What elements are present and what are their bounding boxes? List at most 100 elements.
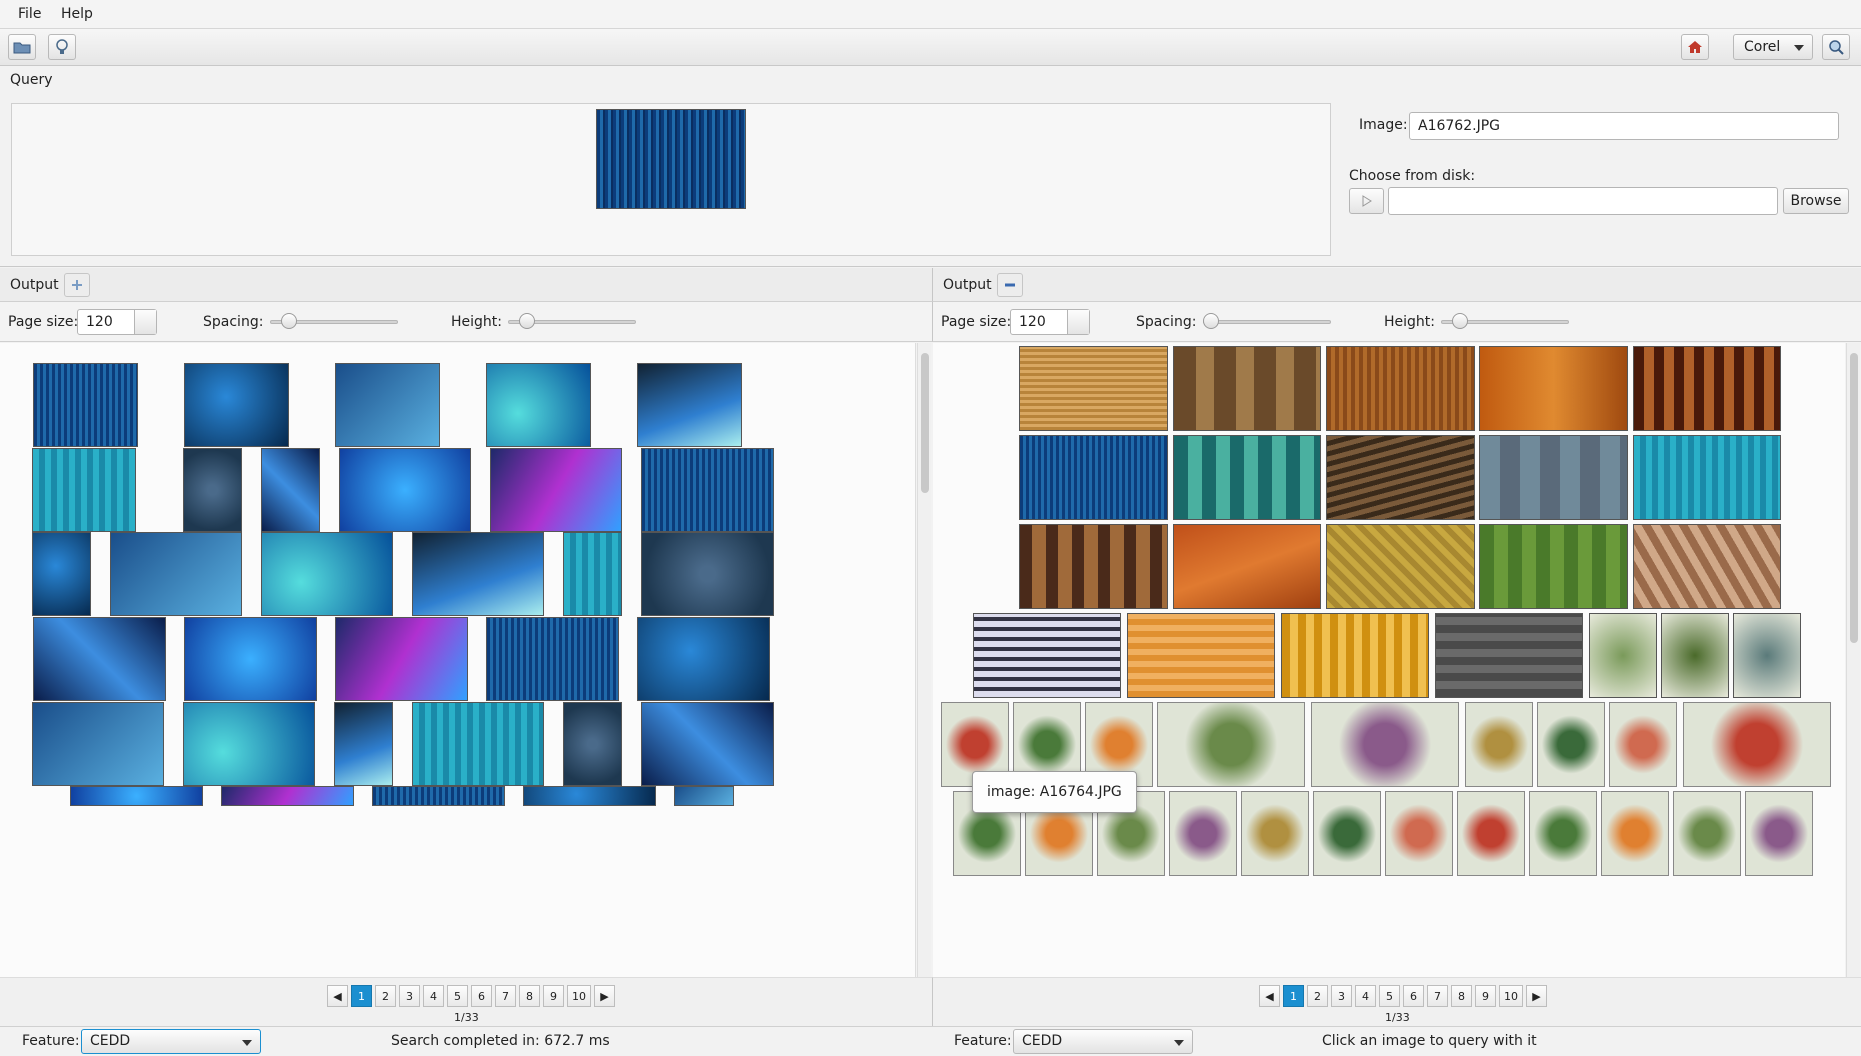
result-thumbnail[interactable] xyxy=(1311,702,1459,787)
browse-button[interactable]: Browse xyxy=(1783,188,1849,214)
result-thumbnail[interactable] xyxy=(486,616,620,701)
result-thumbnail[interactable] xyxy=(1172,346,1322,431)
result-thumbnail[interactable] xyxy=(1169,791,1237,876)
result-thumbnail[interactable] xyxy=(1661,613,1729,698)
result-thumbnail[interactable] xyxy=(333,701,394,786)
result-thumbnail[interactable] xyxy=(1019,435,1168,520)
right-spacing-slider[interactable] xyxy=(1203,320,1331,324)
result-thumbnail[interactable] xyxy=(640,447,774,532)
result-thumbnail[interactable] xyxy=(1632,524,1782,609)
result-thumbnail[interactable] xyxy=(182,447,243,532)
result-thumbnail[interactable] xyxy=(1157,702,1305,787)
open-folder-button[interactable] xyxy=(8,34,36,60)
result-thumbnail[interactable] xyxy=(1673,791,1741,876)
page-button[interactable]: 1 xyxy=(351,985,372,1007)
result-thumbnail[interactable] xyxy=(1465,702,1533,787)
result-thumbnail[interactable] xyxy=(1019,346,1168,431)
page-button[interactable]: 1 xyxy=(1283,985,1304,1007)
page-button[interactable]: 10 xyxy=(567,985,591,1007)
result-thumbnail[interactable] xyxy=(1609,702,1677,787)
result-thumbnail[interactable] xyxy=(1601,791,1669,876)
page-button[interactable]: 5 xyxy=(447,985,468,1007)
home-button[interactable] xyxy=(1681,34,1709,60)
page-button[interactable]: 9 xyxy=(543,985,564,1007)
result-thumbnail[interactable] xyxy=(1745,791,1813,876)
result-thumbnail[interactable] xyxy=(109,532,243,617)
result-thumbnail[interactable] xyxy=(1313,791,1381,876)
result-thumbnail[interactable] xyxy=(1733,613,1801,698)
result-thumbnail[interactable] xyxy=(1172,524,1322,609)
right-scrollbar[interactable] xyxy=(1846,343,1860,977)
left-scrollbar[interactable] xyxy=(917,343,931,977)
result-thumbnail[interactable] xyxy=(562,701,623,786)
page-button[interactable]: 6 xyxy=(471,985,492,1007)
result-thumbnail[interactable] xyxy=(31,701,165,786)
dataset-select[interactable]: Corel xyxy=(1733,34,1813,60)
page-button[interactable]: 8 xyxy=(1451,985,1472,1007)
page-button[interactable]: 8 xyxy=(519,985,540,1007)
result-thumbnail[interactable] xyxy=(1435,613,1583,698)
result-thumbnail[interactable] xyxy=(411,532,545,617)
result-thumbnail[interactable] xyxy=(1325,435,1475,520)
page-button[interactable]: 2 xyxy=(375,985,396,1007)
result-thumbnail[interactable] xyxy=(1683,702,1831,787)
left-spacing-knob[interactable] xyxy=(281,313,298,329)
page-button[interactable]: 10 xyxy=(1499,985,1523,1007)
result-thumbnail[interactable] xyxy=(69,786,203,807)
left-toggle-button[interactable] xyxy=(64,273,90,297)
result-thumbnail[interactable] xyxy=(31,532,92,617)
result-thumbnail[interactable] xyxy=(260,447,321,532)
left-scroll-thumb[interactable] xyxy=(921,353,929,493)
prev-page-button[interactable]: ◀ xyxy=(327,985,348,1007)
result-thumbnail[interactable] xyxy=(260,532,394,617)
result-thumbnail[interactable] xyxy=(184,616,318,701)
page-button[interactable]: 7 xyxy=(1427,985,1448,1007)
spinner-arrows-icon[interactable] xyxy=(1067,310,1089,334)
page-button[interactable]: 4 xyxy=(1355,985,1376,1007)
result-thumbnail[interactable] xyxy=(1479,435,1628,520)
result-thumbnail[interactable] xyxy=(184,362,289,447)
result-thumbnail[interactable] xyxy=(335,616,469,701)
menu-file[interactable]: File xyxy=(18,6,41,22)
page-button[interactable]: 2 xyxy=(1307,985,1328,1007)
result-thumbnail[interactable] xyxy=(973,613,1121,698)
result-thumbnail[interactable] xyxy=(1479,346,1628,431)
menu-help[interactable]: Help xyxy=(61,6,93,22)
result-thumbnail[interactable] xyxy=(338,447,472,532)
prev-page-button[interactable]: ◀ xyxy=(1259,985,1280,1007)
left-height-knob[interactable] xyxy=(519,313,536,329)
result-thumbnail[interactable] xyxy=(1529,791,1597,876)
page-button[interactable]: 4 xyxy=(423,985,444,1007)
right-spacing-knob[interactable] xyxy=(1203,313,1219,329)
page-button[interactable]: 3 xyxy=(399,985,420,1007)
right-scroll-thumb[interactable] xyxy=(1850,353,1858,643)
result-thumbnail[interactable] xyxy=(1385,791,1453,876)
result-thumbnail[interactable] xyxy=(486,362,591,447)
result-thumbnail[interactable] xyxy=(1325,524,1475,609)
result-thumbnail[interactable] xyxy=(371,786,505,807)
result-thumbnail[interactable] xyxy=(640,532,774,617)
image-field[interactable]: A16762.JPG xyxy=(1409,112,1839,140)
query-image[interactable] xyxy=(596,109,746,209)
result-thumbnail[interactable] xyxy=(1589,613,1657,698)
right-height-knob[interactable] xyxy=(1452,313,1469,329)
result-thumbnail[interactable] xyxy=(1632,346,1782,431)
result-thumbnail[interactable] xyxy=(1537,702,1605,787)
next-page-button[interactable]: ▶ xyxy=(1526,985,1547,1007)
result-thumbnail[interactable] xyxy=(489,447,623,532)
result-thumbnail[interactable] xyxy=(673,786,734,807)
play-button[interactable] xyxy=(1349,188,1384,214)
result-thumbnail[interactable] xyxy=(220,786,354,807)
spinner-arrows-icon[interactable] xyxy=(134,310,156,334)
result-thumbnail[interactable] xyxy=(33,616,166,701)
result-thumbnail[interactable] xyxy=(411,701,545,786)
result-thumbnail[interactable] xyxy=(1241,791,1309,876)
page-button[interactable]: 5 xyxy=(1379,985,1400,1007)
result-thumbnail[interactable] xyxy=(562,532,623,617)
result-thumbnail[interactable] xyxy=(1172,435,1322,520)
result-thumbnail[interactable] xyxy=(640,701,774,786)
left-feature-select[interactable]: CEDD xyxy=(81,1029,261,1054)
page-button[interactable]: 6 xyxy=(1403,985,1424,1007)
right-feature-select[interactable]: CEDD xyxy=(1013,1029,1193,1054)
right-page-size-spinner[interactable]: 120 xyxy=(1010,309,1090,335)
